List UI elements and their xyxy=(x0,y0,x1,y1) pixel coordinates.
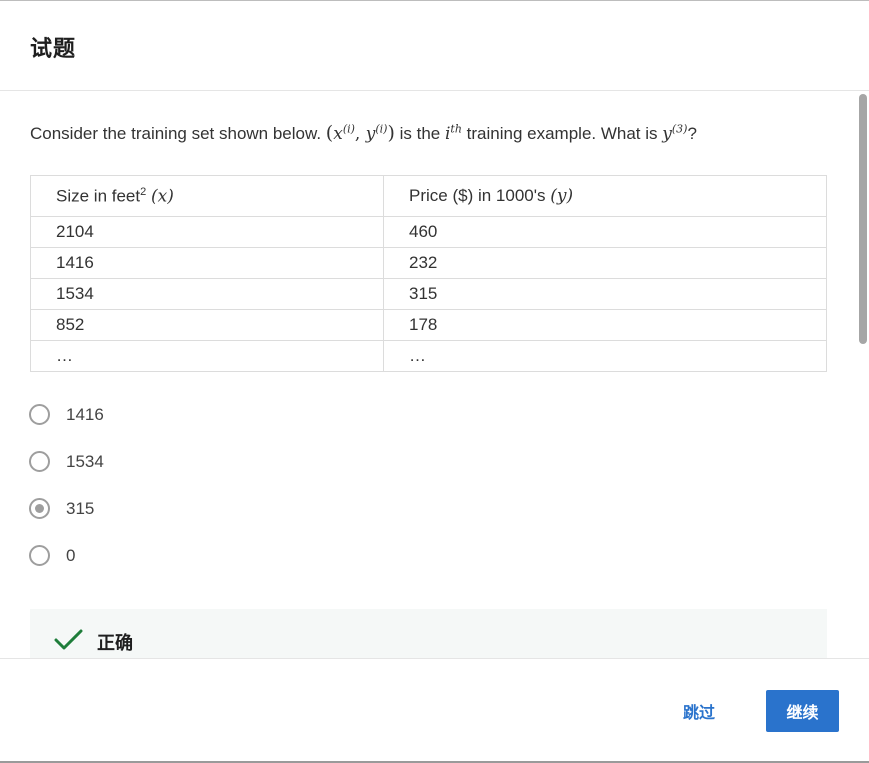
scrollbar[interactable] xyxy=(857,92,869,658)
training-set-table: Size in feet2 (x) Price ($) in 1000's (y… xyxy=(30,175,827,372)
math-x: x xyxy=(333,124,343,144)
table-cell: … xyxy=(383,340,827,372)
table-row: … … xyxy=(30,340,827,372)
question-middle: is the xyxy=(399,124,441,143)
math-th: th xyxy=(450,122,462,136)
modal-title: 试题 xyxy=(30,37,77,62)
table-header-row: Size in feet2 (x) Price ($) in 1000's (y… xyxy=(30,175,827,217)
option-1416[interactable]: 1416 xyxy=(29,402,104,427)
option-label: 0 xyxy=(66,545,76,565)
table-cell: 852 xyxy=(30,309,384,341)
option-315[interactable]: 315 xyxy=(29,496,104,521)
math-y-3: y xyxy=(662,124,672,144)
radio-button-selected[interactable] xyxy=(29,498,50,519)
modal-footer: 跳过 继续 xyxy=(0,658,869,763)
math-comma: , xyxy=(354,124,361,144)
question-mark: ? xyxy=(687,124,697,143)
question-prefix: Consider the training set shown below. xyxy=(30,124,322,143)
table-header-size: Size in feet2 (x) xyxy=(30,175,384,217)
table-row: 1416 232 xyxy=(30,247,827,279)
radio-button[interactable] xyxy=(29,545,50,566)
option-label: 1534 xyxy=(66,451,104,471)
math-sup-i: (i) xyxy=(342,122,355,136)
radio-button[interactable] xyxy=(29,451,50,472)
table-row: 852 178 xyxy=(30,309,827,341)
table-header-price: Price ($) in 1000's (y) xyxy=(383,175,827,217)
table-cell: … xyxy=(30,340,384,372)
modal-header: 试题 xyxy=(0,1,869,91)
table-row: 1534 315 xyxy=(30,278,827,310)
table-cell: 315 xyxy=(383,278,827,310)
modal-body[interactable]: Consider the training set shown below. (… xyxy=(0,92,869,658)
answer-options: 1416 1534 315 0 xyxy=(29,402,104,590)
skip-button[interactable]: 跳过 xyxy=(668,690,730,732)
continue-button[interactable]: 继续 xyxy=(766,690,839,732)
math-y: y xyxy=(365,124,376,144)
quiz-modal: 试题 Consider the training set shown below… xyxy=(0,0,869,763)
scrollbar-thumb[interactable] xyxy=(859,94,867,344)
question-suffix: training example. What is xyxy=(466,124,658,143)
feedback-box: 正确 xyxy=(30,609,827,658)
table-row: 2104 460 xyxy=(30,216,827,248)
table-cell: 460 xyxy=(383,216,827,248)
table-cell: 178 xyxy=(383,309,827,341)
radio-button[interactable] xyxy=(29,404,50,425)
math-sup-3: (3) xyxy=(671,122,688,136)
table-cell: 2104 xyxy=(30,216,384,248)
check-icon xyxy=(54,629,83,650)
option-0[interactable]: 0 xyxy=(29,543,104,568)
table-cell: 1416 xyxy=(30,247,384,279)
question-text: Consider the training set shown below. (… xyxy=(30,122,697,144)
math-sup-i-2: (i) xyxy=(375,122,388,136)
option-1534[interactable]: 1534 xyxy=(29,449,104,474)
option-label: 1416 xyxy=(66,404,104,424)
table-cell: 1534 xyxy=(30,278,384,310)
feedback-text: 正确 xyxy=(97,633,133,654)
option-label: 315 xyxy=(66,498,95,518)
table-cell: 232 xyxy=(383,247,827,279)
